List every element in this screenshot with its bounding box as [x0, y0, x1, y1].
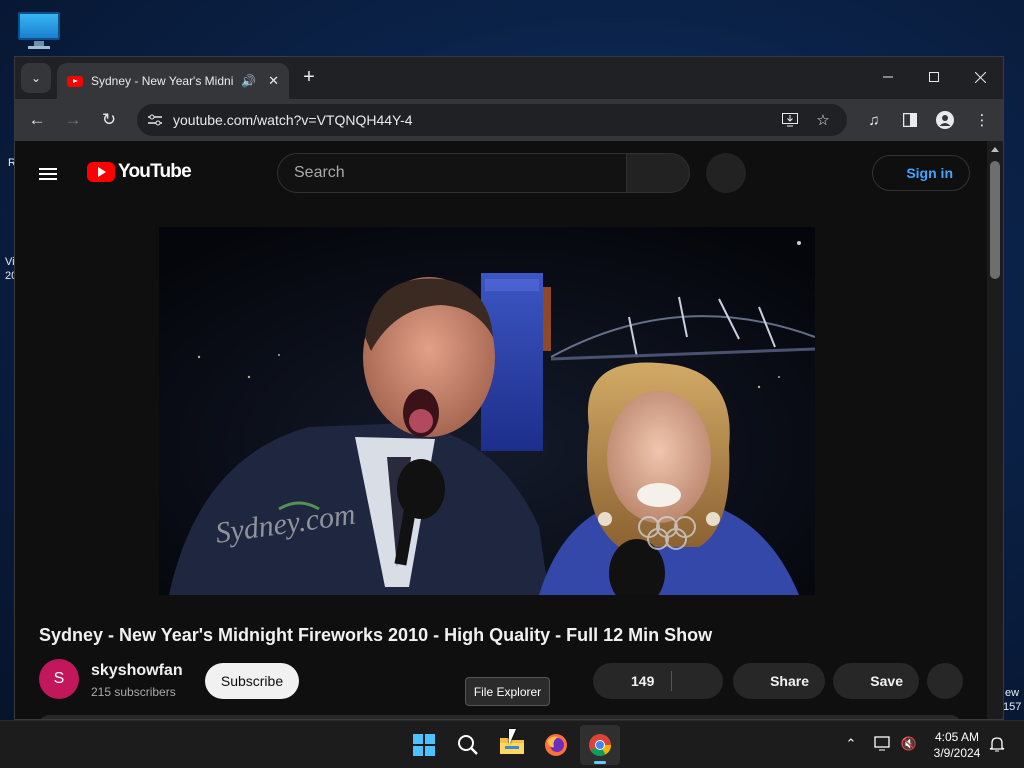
windows-logo-icon: [413, 734, 435, 756]
youtube-wordmark: YouTube: [118, 161, 192, 182]
video-player[interactable]: Sydney.com: [159, 227, 815, 595]
more-actions-button[interactable]: [927, 663, 963, 699]
search-icon: [458, 735, 478, 755]
arrow-left-icon: ←: [28, 110, 46, 129]
hamburger-menu-icon[interactable]: [39, 165, 63, 183]
tab-youtube[interactable]: Sydney - New Year's Midnight Fireworks 2…: [57, 63, 289, 99]
search-button[interactable]: [626, 153, 690, 193]
arrow-right-icon: →: [64, 110, 82, 129]
search-box[interactable]: [277, 153, 627, 193]
site-info-icon[interactable]: [145, 110, 165, 130]
media-controls-icon[interactable]: ♫: [861, 107, 887, 133]
voice-search-button[interactable]: [706, 153, 746, 193]
network-icon[interactable]: [872, 733, 894, 755]
sign-in-button[interactable]: Sign in: [872, 155, 970, 191]
reload-icon: ↻: [101, 110, 117, 129]
start-button[interactable]: [404, 725, 444, 765]
chrome-icon: [589, 734, 611, 756]
url-text[interactable]: youtube.com/watch?v=VTQNQH44Y-4: [173, 112, 413, 128]
file-explorer-tooltip: File Explorer: [465, 677, 550, 706]
youtube-favicon-icon: [67, 75, 83, 87]
subscribe-button[interactable]: Subscribe: [205, 663, 299, 699]
install-app-icon[interactable]: [779, 109, 801, 131]
profile-icon[interactable]: [932, 107, 958, 133]
reload-button[interactable]: ↻: [95, 106, 123, 134]
maximize-button[interactable]: [911, 57, 957, 97]
browser-toolbar: ← → ↻ youtube.com/watch?v=VTQNQH44Y-4 ☆ …: [15, 99, 1003, 141]
desktop-edge-text: ew: [1005, 687, 1020, 699]
like-dislike-group[interactable]: 149: [593, 663, 723, 699]
video-title: Sydney - New Year's Midnight Fireworks 2…: [39, 625, 713, 645]
chrome-button[interactable]: [580, 725, 620, 765]
tab-strip: ⌄ Sydney - New Year's Midnight Fireworks…: [15, 57, 1003, 99]
taskbar-clock[interactable]: 4:05 AM 3/9/2024: [924, 729, 990, 761]
menu-kebab-icon[interactable]: ⋮: [969, 107, 995, 133]
firefox-icon: [545, 734, 567, 756]
video-frame-image: Sydney.com: [159, 227, 815, 595]
chevron-down-icon: ⌄: [30, 71, 42, 85]
sign-in-label: Sign in: [906, 165, 953, 181]
close-window-button[interactable]: [957, 57, 1003, 97]
clock-time: 4:05 AM: [934, 730, 980, 744]
subscriber-count: 215 subscribers: [91, 685, 176, 699]
desktop-edge-text: 157: [1003, 701, 1022, 713]
tab-title: Sydney - New Year's Midnight Fireworks 2…: [91, 74, 234, 88]
address-bar[interactable]: youtube.com/watch?v=VTQNQH44Y-4 ☆: [137, 104, 847, 136]
youtube-logo[interactable]: YouTube: [87, 161, 192, 183]
maximize-icon: [929, 72, 939, 82]
youtube-page: YouTube Sign in: [15, 141, 987, 719]
close-icon: [974, 71, 986, 83]
volume-muted-icon[interactable]: 🔇: [898, 733, 920, 755]
this-pc-icon[interactable]: [16, 10, 62, 50]
bookmark-star-icon[interactable]: ☆: [812, 109, 834, 131]
search-input[interactable]: [294, 163, 594, 183]
chrome-window: ⌄ Sydney - New Year's Midnight Fireworks…: [14, 56, 1004, 720]
close-tab-icon[interactable]: ✕: [268, 73, 279, 89]
chevron-up-icon[interactable]: ⌃: [840, 733, 862, 755]
like-divider: [671, 671, 672, 691]
save-button[interactable]: Save: [833, 663, 919, 699]
side-panel-icon[interactable]: [897, 107, 923, 133]
search-button[interactable]: [448, 725, 488, 765]
scroll-thumb[interactable]: [990, 161, 1000, 279]
notification-bell-icon[interactable]: [986, 733, 1008, 755]
share-button[interactable]: Share: [733, 663, 825, 699]
firefox-button[interactable]: [536, 725, 576, 765]
forward-button[interactable]: →: [59, 106, 87, 134]
clock-date: 3/9/2024: [933, 746, 981, 760]
channel-avatar[interactable]: S: [39, 659, 79, 699]
like-count[interactable]: 149: [631, 673, 654, 689]
minimize-icon: [883, 76, 893, 78]
back-button[interactable]: ←: [23, 106, 51, 134]
active-indicator: [594, 761, 606, 764]
speaker-icon[interactable]: 🔊: [241, 74, 256, 88]
minimize-button[interactable]: [865, 57, 911, 97]
scroll-up-icon[interactable]: [991, 147, 999, 152]
youtube-play-icon: [87, 162, 115, 182]
tab-search-button[interactable]: ⌄: [21, 63, 51, 93]
page-scrollbar[interactable]: [987, 141, 1003, 719]
channel-name[interactable]: skyshowfan: [91, 662, 183, 680]
mouse-cursor: [509, 729, 516, 745]
new-tab-button[interactable]: +: [297, 66, 321, 90]
